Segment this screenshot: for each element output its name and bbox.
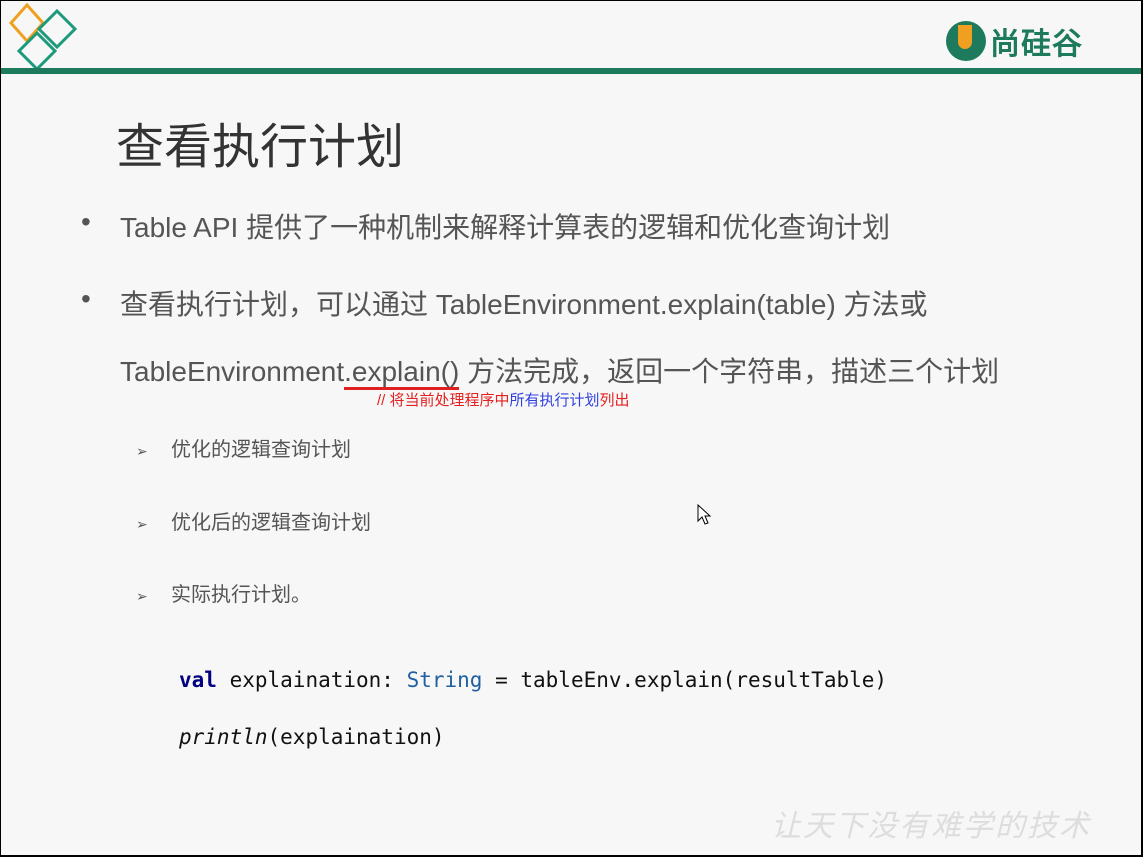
sub-item-text: 优化后的逻辑查询计划 <box>171 512 371 534</box>
sub-item: ➢ 实际执行计划。 <box>136 578 311 607</box>
arrow-bullet-icon: ➢ <box>136 443 148 459</box>
bullet-2-line2: TableEnvironment.explain() 方法完成，返回一个字符串，… <box>120 350 999 390</box>
text: TableEnvironment <box>120 356 345 387</box>
text: 方法完成，返回一个字符串，描述三个计划 <box>459 356 1000 387</box>
sub-item-text: 实际执行计划。 <box>171 584 311 606</box>
code-line-2: println(explaination) <box>179 725 445 749</box>
header-divider <box>1 68 1141 74</box>
comment-part: 列出 <box>599 392 630 409</box>
bullet-2-line1: 查看执行计划，可以通过 TableEnvironment.explain(tab… <box>120 289 928 320</box>
logo-mark-icon <box>946 21 986 61</box>
code-text: explaination: <box>216 668 407 692</box>
code-line-1: val explaination: String = tableEnv.expl… <box>179 668 887 692</box>
arrow-bullet-icon: ➢ <box>136 516 148 532</box>
code-text: (explaination) <box>267 725 445 749</box>
brand-logo: 尚硅谷 <box>946 19 1083 63</box>
code-function: println <box>179 725 268 749</box>
bullet-dot: • <box>81 283 91 314</box>
slide: 尚硅谷 查看执行计划 • Table API 提供了一种机制来解释计算表的逻辑和… <box>1 1 1141 855</box>
underlined-text: .explain() <box>344 356 460 390</box>
arrow-bullet-icon: ➢ <box>136 588 148 604</box>
sub-item: ➢ 优化后的逻辑查询计划 <box>136 506 371 535</box>
watermark: 让天下没有难学的技术 <box>771 809 1091 844</box>
bullet-1-text: Table API 提供了一种机制来解释计算表的逻辑和优化查询计划 <box>120 212 891 243</box>
logo-text: 尚硅谷 <box>990 28 1083 61</box>
comment-part: 所有执行计划 <box>509 392 600 409</box>
code-keyword: val <box>179 668 217 692</box>
comment-part: // 将当前处理程序中 <box>377 392 510 409</box>
slide-title: 查看执行计划 <box>116 121 405 174</box>
sub-item: ➢ 优化的逻辑查询计划 <box>136 433 351 462</box>
sub-item-text: 优化的逻辑查询计划 <box>171 439 351 461</box>
code-type: String <box>406 668 483 692</box>
mouse-cursor-icon <box>697 504 712 525</box>
annotation-comment: // 将当前处理程序中所有执行计划列出 <box>377 389 630 410</box>
diamond-logo-icon <box>9 3 78 72</box>
code-text: = tableEnv.explain(resultTable) <box>482 668 888 692</box>
bullet-dot: • <box>81 206 91 237</box>
